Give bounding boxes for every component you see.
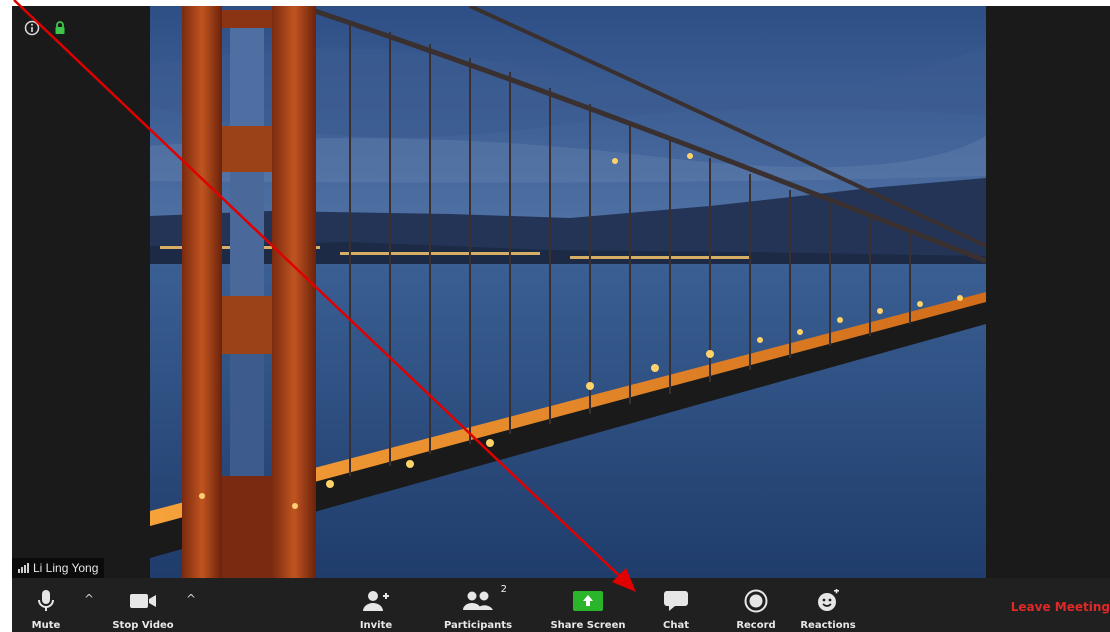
- lock-icon[interactable]: [52, 20, 68, 41]
- share-screen-label: Share Screen: [550, 620, 626, 631]
- record-icon: [744, 586, 768, 616]
- mute-label: Mute: [31, 620, 61, 631]
- chat-button[interactable]: Chat: [656, 578, 696, 632]
- info-icon[interactable]: [24, 20, 40, 41]
- audio-options-caret[interactable]: ^: [84, 592, 94, 606]
- video-camera-icon: [129, 586, 157, 616]
- video-options-caret[interactable]: ^: [186, 592, 196, 606]
- record-button[interactable]: Record: [734, 578, 778, 632]
- shared-video-feed: [150, 6, 986, 578]
- share-screen-button[interactable]: Share Screen: [548, 578, 628, 632]
- chat-label: Chat: [663, 620, 689, 631]
- participants-icon: 2: [463, 584, 507, 616]
- participant-count: 2: [500, 584, 507, 595]
- share-screen-icon: [573, 586, 603, 616]
- meeting-window: Li Ling Yong Mute ^ Stop Video ^ Invite …: [12, 6, 1110, 632]
- participants-button[interactable]: 2 Participants: [440, 578, 516, 632]
- add-user-icon: [362, 586, 390, 616]
- stop-video-button[interactable]: Stop Video: [108, 578, 178, 632]
- leave-meeting-button[interactable]: Leave Meeting: [1011, 600, 1110, 614]
- participants-label: Participants: [443, 620, 513, 631]
- reactions-label: Reactions: [800, 620, 856, 631]
- signal-strength-icon: [18, 563, 29, 573]
- chat-icon: [663, 586, 689, 616]
- meeting-toolbar: Mute ^ Stop Video ^ Invite 2 Participant…: [12, 578, 1110, 632]
- microphone-icon: [37, 586, 55, 616]
- screenshot-stage: Li Ling Yong Mute ^ Stop Video ^ Invite …: [0, 0, 1110, 632]
- meeting-status-icons: [24, 20, 68, 41]
- record-label: Record: [736, 620, 776, 631]
- participant-name-tag: Li Ling Yong: [12, 558, 105, 578]
- invite-label: Invite: [359, 620, 393, 631]
- reactions-button[interactable]: Reactions: [800, 578, 856, 632]
- participant-name: Li Ling Yong: [33, 561, 99, 575]
- video-area: Li Ling Yong: [12, 6, 1110, 578]
- invite-button[interactable]: Invite: [354, 578, 398, 632]
- bridge-photo: [150, 6, 986, 578]
- stop-video-label: Stop Video: [112, 620, 174, 631]
- reactions-icon: [816, 586, 840, 616]
- mute-button[interactable]: Mute: [26, 578, 66, 632]
